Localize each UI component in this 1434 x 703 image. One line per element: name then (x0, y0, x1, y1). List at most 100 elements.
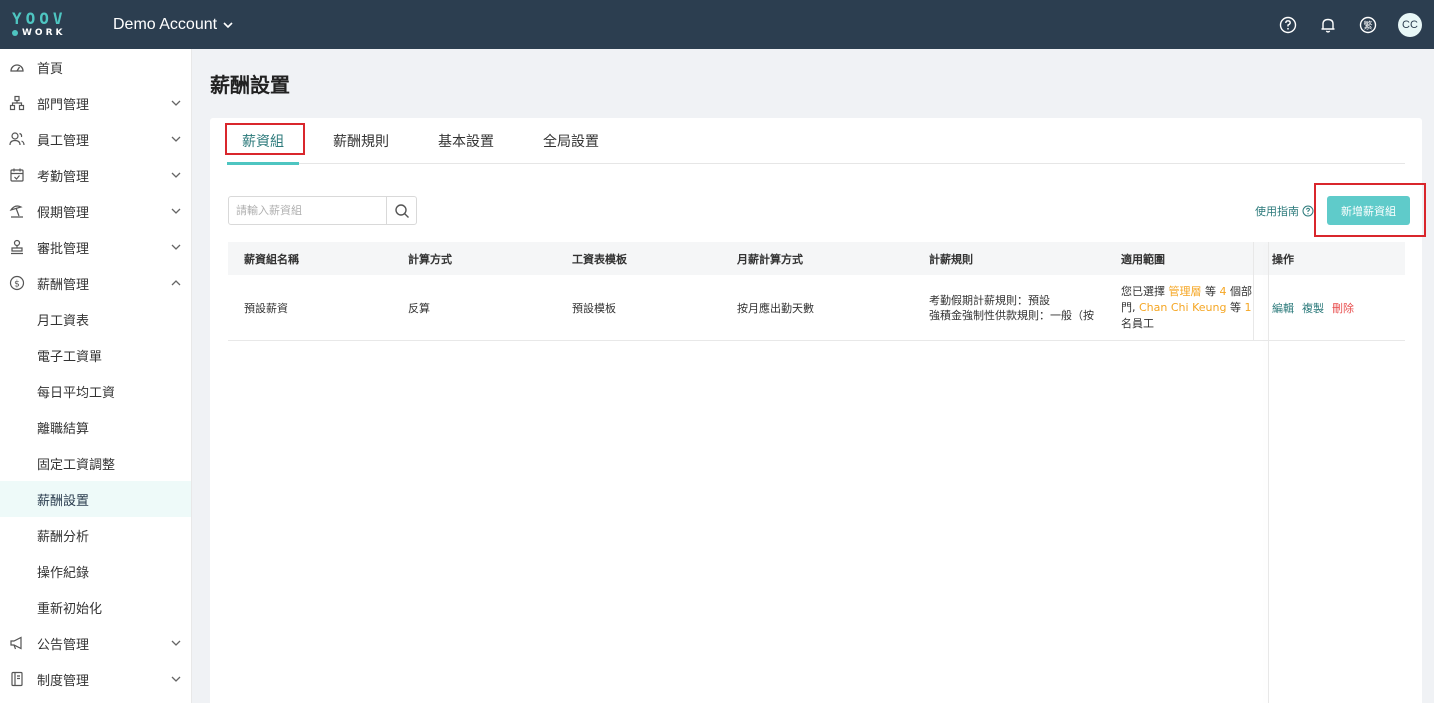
sidebar-sub-daily-average-wage[interactable]: 每日平均工資 (0, 373, 191, 409)
sidebar-item-leave[interactable]: 假期管理 (0, 193, 191, 229)
sidebar-sub-payroll-settings[interactable]: 薪酬設置 (0, 481, 191, 517)
scope-highlight: Chan Chi Keung (1139, 300, 1227, 314)
scope-text: 名員工 (1121, 316, 1154, 330)
sidebar-item-label: 制度管理 (37, 673, 90, 689)
language-icon[interactable]: 繁 (1358, 15, 1378, 35)
svg-text:$: $ (14, 280, 20, 290)
sidebar-item-label: 公告管理 (37, 637, 90, 653)
chevron-down-icon (171, 100, 181, 106)
chevron-down-icon (171, 244, 181, 250)
logo-subtext: WORK (12, 28, 65, 38)
sidebar-item-home[interactable]: 首頁 (0, 49, 191, 85)
sidebar-sub-operation-log[interactable]: 操作紀錄 (0, 553, 191, 589)
chevron-down-icon (171, 640, 181, 646)
salary-group-table: 薪資組名稱 計算方式 工資表模板 月薪計算方式 計薪規則 適用範圍 操作 預設薪… (228, 242, 1405, 341)
sidebar-sub-payroll-analysis[interactable]: 薪酬分析 (0, 517, 191, 553)
bell-icon[interactable] (1318, 15, 1338, 35)
sidebar-sub-monthly-payroll[interactable]: 月工資表 (0, 301, 191, 337)
sidebar-item-label: 首頁 (37, 61, 64, 77)
search-button[interactable] (386, 197, 416, 224)
tab-basic-settings[interactable]: 基本設置 (423, 118, 509, 164)
rule-line: 考勤假期計薪規則：預設 (929, 293, 1050, 307)
search-box (228, 196, 417, 225)
sidebar-item-label: 假期管理 (37, 205, 90, 221)
tab-bar: 薪資組 薪酬規則 基本設置 全局設置 (227, 118, 1405, 165)
beach-icon (8, 202, 26, 220)
sidebar: 首頁 部門管理 員工管理 考勤管理 假期管理 審批管理 $ 薪酬管理 月工資表 … (0, 49, 192, 703)
stamp-icon (8, 238, 26, 256)
book-icon (8, 670, 26, 688)
help-icon[interactable] (1278, 15, 1298, 35)
svg-text:繁: 繁 (1363, 19, 1372, 31)
tab-highlight-box (225, 123, 305, 155)
column-header: 計算方式 (408, 252, 452, 266)
cell-template: 預設模板 (572, 301, 616, 315)
sidebar-sub-e-payslip[interactable]: 電子工資單 (0, 337, 191, 373)
user-guide-label: 使用指南 (1255, 205, 1299, 218)
column-header: 薪資組名稱 (244, 252, 299, 266)
chevron-down-icon (171, 136, 181, 142)
add-button-highlight-box (1314, 183, 1426, 237)
avatar[interactable]: CC (1398, 12, 1422, 37)
table-header: 薪資組名稱 計算方式 工資表模板 月薪計算方式 計薪規則 適用範圍 操作 (228, 242, 1405, 275)
chevron-down-icon (171, 208, 181, 214)
page-title: 薪酬設置 (210, 73, 290, 97)
search-input[interactable] (229, 197, 387, 224)
chevron-up-icon (171, 280, 181, 286)
scope-text: 您已選擇 (1121, 284, 1165, 298)
dashboard-icon (8, 58, 26, 76)
sidebar-item-approval[interactable]: 審批管理 (0, 229, 191, 265)
delete-link[interactable]: 刪除 (1332, 300, 1354, 316)
column-header: 計薪規則 (929, 252, 973, 266)
sidebar-item-payroll[interactable]: $ 薪酬管理 (0, 265, 191, 301)
account-name: Demo Account (113, 15, 218, 33)
sidebar-item-department[interactable]: 部門管理 (0, 85, 191, 121)
yoov-logo[interactable]: YOOV WORK (12, 0, 88, 49)
sidebar-item-attendance[interactable]: 考勤管理 (0, 157, 191, 193)
sidebar-sub-fixed-salary-adjustment[interactable]: 固定工資調整 (0, 445, 191, 481)
cell-name: 預設薪資 (244, 301, 288, 315)
column-header: 適用範圍 (1121, 252, 1165, 266)
sidebar-sub-termination-settlement[interactable]: 離職結算 (0, 409, 191, 445)
user-guide-link[interactable]: 使用指南 (1255, 203, 1314, 219)
column-header: 操作 (1253, 242, 1405, 275)
sidebar-item-label: 部門管理 (37, 97, 90, 113)
org-icon (8, 94, 26, 112)
scope-highlight: 管理層 (1168, 284, 1202, 298)
edit-link[interactable]: 編輯 (1272, 300, 1294, 316)
rule-line: 強積金強制性供款規則：一般（按 (929, 308, 1094, 322)
sidebar-item-label: 考勤管理 (37, 169, 90, 185)
copy-link[interactable]: 複製 (1302, 300, 1324, 316)
chevron-down-icon (171, 172, 181, 178)
sidebar-item-label: 員工管理 (37, 133, 90, 149)
sidebar-sub-reinitialize[interactable]: 重新初始化 (0, 589, 191, 625)
table-row: 預設薪資 反算 預設模板 按月應出勤天數 考勤假期計薪規則：預設 強積金強制性供… (228, 275, 1405, 341)
column-header: 工資表模板 (572, 252, 627, 266)
sidebar-item-announcement[interactable]: 公告管理 (0, 625, 191, 661)
content-card: 薪資組 薪酬規則 基本設置 全局設置 使用指南 新增薪資組 薪資組名稱 計算方式… (210, 118, 1426, 703)
logo-text: YOOV (12, 9, 67, 28)
people-icon (8, 130, 26, 148)
megaphone-icon (8, 634, 26, 652)
sidebar-item-policy[interactable]: 制度管理 (0, 661, 191, 697)
cell-monthly-calc: 按月應出勤天數 (737, 301, 814, 315)
sidebar-item-label: 審批管理 (37, 241, 90, 257)
top-bar: YOOV WORK Demo Account 繁 CC (0, 0, 1434, 49)
column-divider (1268, 242, 1269, 703)
sidebar-item-label: 薪酬管理 (37, 277, 90, 293)
scope-text: 等 (1229, 300, 1241, 314)
account-switcher[interactable]: Demo Account (113, 16, 233, 34)
cell-method: 反算 (408, 301, 430, 315)
cell-rules: 考勤假期計薪規則：預設 強積金強制性供款規則：一般（按 (913, 293, 1105, 323)
sidebar-item-employee[interactable]: 員工管理 (0, 121, 191, 157)
scope-highlight: 1 (1244, 300, 1252, 314)
scope-text: 等 (1205, 284, 1216, 298)
tab-global-settings[interactable]: 全局設置 (528, 118, 614, 164)
chevron-down-icon (171, 676, 181, 682)
cell-actions: 編輯 複製 刪除 (1253, 275, 1405, 340)
calendar-icon (8, 166, 26, 184)
search-icon (394, 203, 409, 218)
chevron-down-icon (223, 21, 233, 28)
tab-payroll-rules[interactable]: 薪酬規則 (318, 118, 404, 164)
scope-highlight: 4 (1219, 284, 1227, 298)
